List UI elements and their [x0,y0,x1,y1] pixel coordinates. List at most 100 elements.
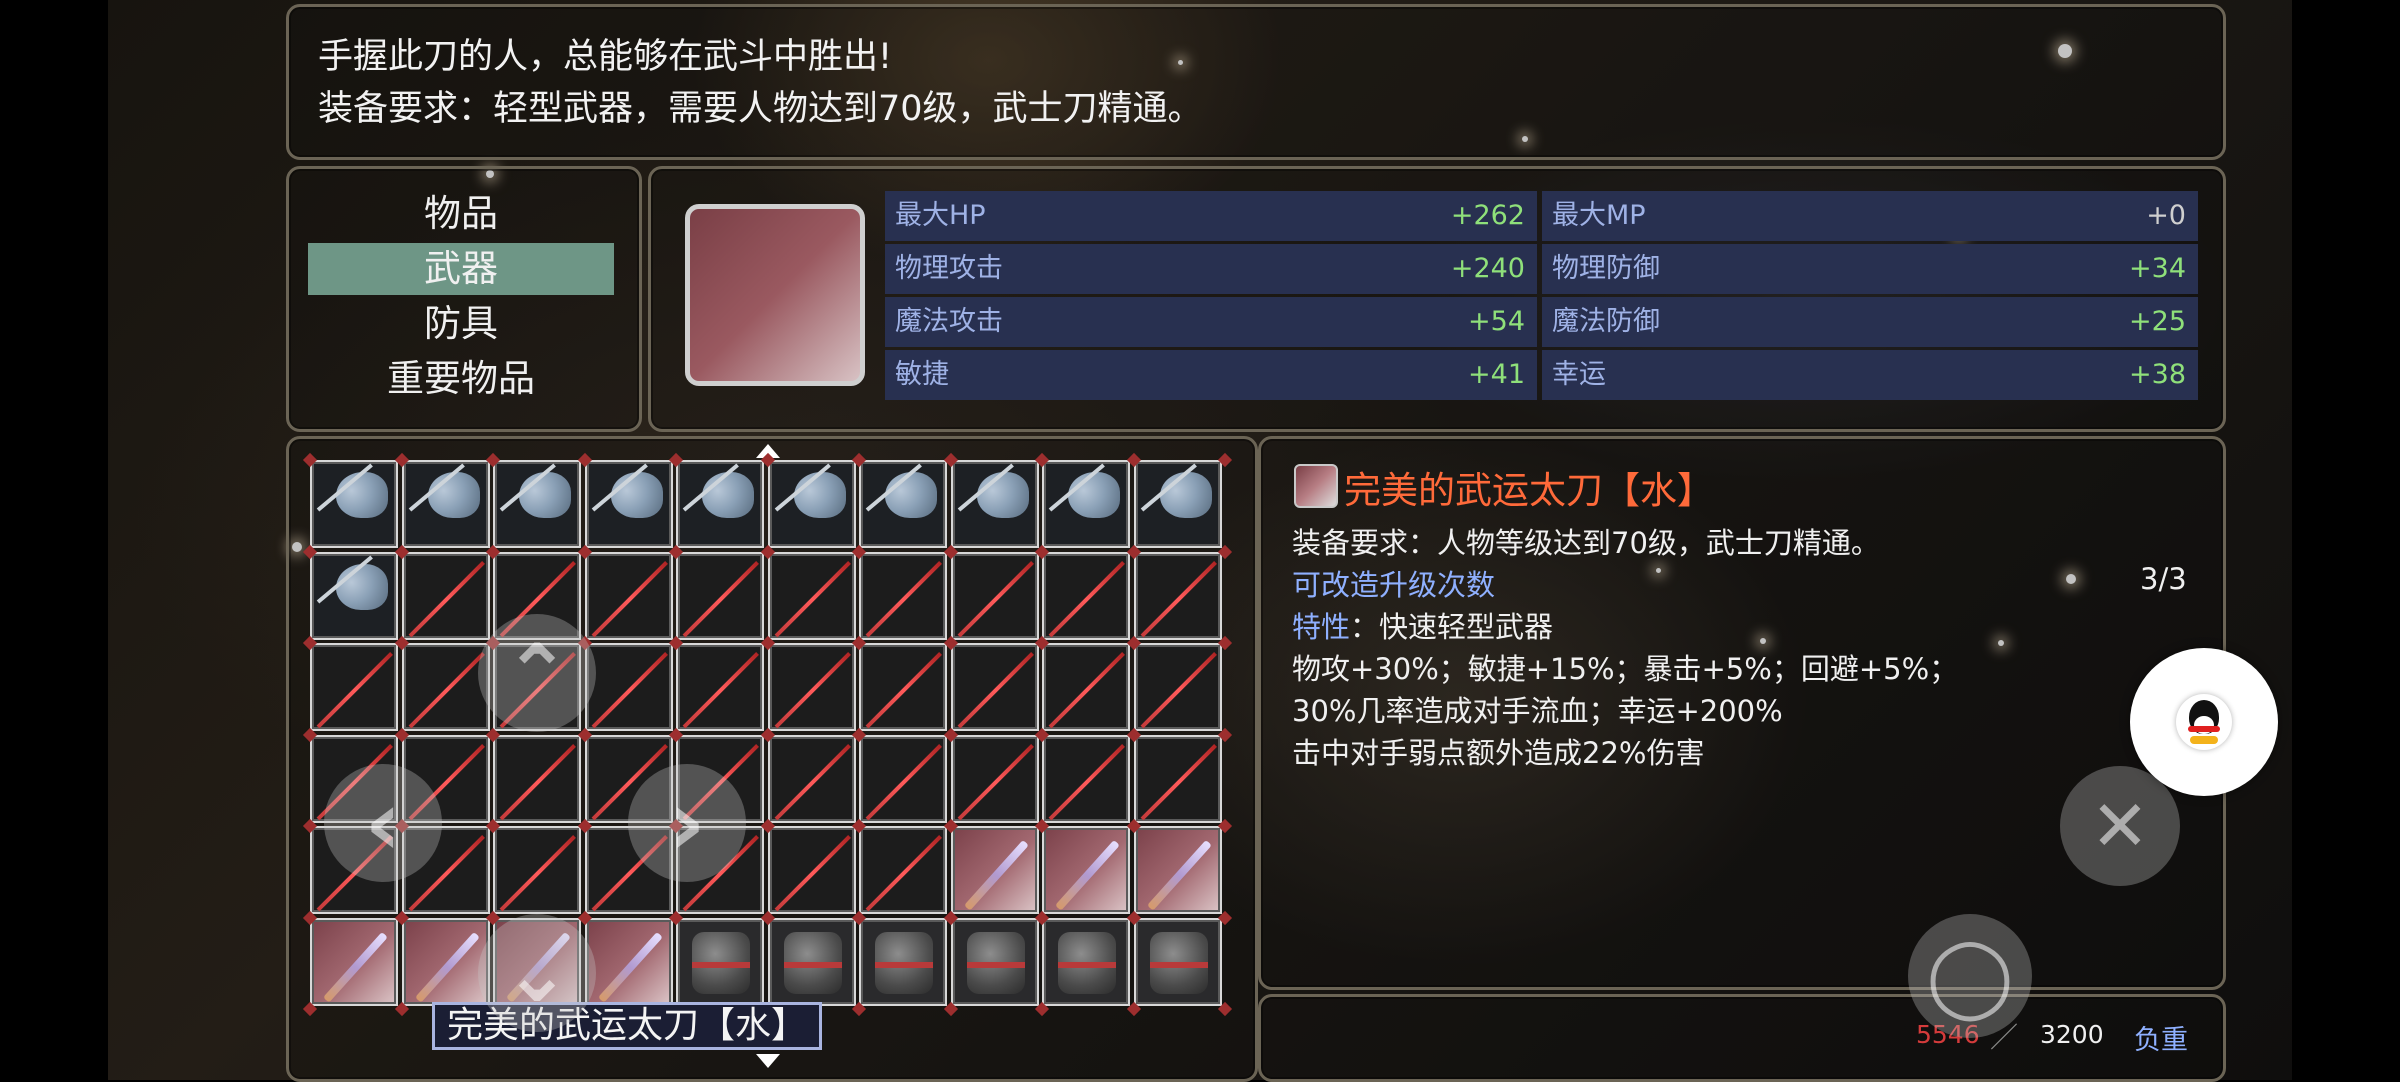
inventory-slot-axe[interactable] [402,460,490,548]
confirm-button[interactable]: ◯ [1908,914,2032,1038]
inventory-slot-axe[interactable] [1042,460,1130,548]
stat-label: 最大HP [895,200,986,231]
inventory-slot-katana[interactable] [1042,826,1130,914]
inventory-slot-sword[interactable] [951,735,1039,823]
stat-label: 敏捷 [895,359,949,390]
stat-label: 物理攻击 [895,253,1003,284]
weight-label: 负重 [2134,1025,2188,1056]
stat-magic-defense: 魔法防御 +25 [1542,297,2198,347]
inventory-slot-armor[interactable] [1042,918,1130,1006]
stat-label: 最大MP [1552,200,1646,231]
inventory-slot-sword[interactable] [493,826,581,914]
inventory-slot-sword[interactable] [859,643,947,731]
inventory-slot-sword[interactable] [1042,735,1130,823]
inventory-slot-sword[interactable] [768,826,856,914]
inventory-slot-sword[interactable] [585,643,673,731]
inventory-slot-sword[interactable] [951,643,1039,731]
inventory-slot-sword[interactable] [1134,735,1222,823]
inventory-slot-sword[interactable] [402,643,490,731]
description-line-1: 手握此刀的人，总能够在武斗中胜出! [318,37,893,77]
dpad-right-button[interactable]: › [628,764,746,882]
inventory-slot-sword[interactable] [768,552,856,640]
inventory-slot-sword[interactable] [493,735,581,823]
upgrade-count: 3/3 [2140,562,2187,596]
dpad-up-button[interactable]: ⌃ [478,614,596,732]
dpad-down-button[interactable]: ⌄ [478,914,596,1032]
stat-value: +240 [1450,253,1525,284]
inventory-slot-sword[interactable] [1042,643,1130,731]
stat-magic-attack: 魔法攻击 +54 [885,297,1537,347]
item-title: 完美的武运太刀【水】 [1344,469,1714,512]
katana-icon [685,204,865,386]
inventory-slot-sword[interactable] [951,552,1039,640]
stat-agility: 敏捷 +41 [885,350,1537,400]
category-items[interactable]: 物品 [308,188,614,240]
inventory-slot-sword[interactable] [1134,643,1222,731]
inventory-slot-sword[interactable] [402,552,490,640]
inventory-slot-axe[interactable] [585,460,673,548]
qq-penguin-icon [2176,694,2232,750]
inventory-slot-sword[interactable] [676,643,764,731]
inventory-slot-axe[interactable] [310,460,398,548]
inventory-slot-axe[interactable] [859,460,947,548]
stat-label: 魔法攻击 [895,306,1003,337]
stat-luck: 幸运 +38 [1542,350,2198,400]
upgrade-label: 可改造升级次数 [1292,568,1496,602]
stat-physical-attack: 物理攻击 +240 [885,244,1537,294]
inventory-slot-axe[interactable] [493,460,581,548]
katana-icon [1294,464,1338,508]
inventory-slot-sword[interactable] [768,643,856,731]
stat-value: +34 [2129,253,2186,284]
inventory-slot-armor[interactable] [951,918,1039,1006]
inventory-slot-armor[interactable] [1134,918,1222,1006]
item-effects-3: 击中对手弱点额外造成22%伤害 [1292,736,1705,770]
stat-value: +54 [1468,306,1525,337]
inventory-slot-axe[interactable] [768,460,856,548]
inventory-slot-axe[interactable] [1134,460,1222,548]
item-trait: 特性：快速轻型武器 [1292,604,1553,646]
inventory-slot-katana[interactable] [402,918,490,1006]
trait-separator: ： [1350,610,1380,644]
stat-max-hp: 最大HP +262 [885,191,1537,241]
category-weapons[interactable]: 武器 [308,243,614,295]
item-effects-1: 物攻+30%；敏捷+15%；暴击+5%；回避+5%； [1292,652,1959,686]
inventory-slot-sword[interactable] [1042,552,1130,640]
inventory-slot-sword[interactable] [768,735,856,823]
stat-value: +41 [1468,359,1525,390]
stat-value: +262 [1450,200,1525,231]
dpad-left-button[interactable]: ‹ [324,764,442,882]
inventory-slot-axe[interactable] [310,552,398,640]
inventory-slot-sword[interactable] [1134,552,1222,640]
scroll-down-icon[interactable] [756,1054,780,1068]
inventory-slot-sword[interactable] [859,826,947,914]
stat-value: +0 [2146,200,2186,231]
inventory-slot-sword[interactable] [310,643,398,731]
inventory-slot-katana[interactable] [951,826,1039,914]
stat-physical-defense: 物理防御 +34 [1542,244,2198,294]
inventory-slot-sword[interactable] [859,735,947,823]
inventory-slot-sword[interactable] [585,552,673,640]
inventory-slot-axe[interactable] [676,460,764,548]
description-line-2: 装备要求：轻型武器，需要人物达到70级，武士刀精通。 [318,89,1203,129]
inventory-slot-katana[interactable] [585,918,673,1006]
item-requirement: 装备要求：人物等级达到70级，武士刀精通。 [1292,526,1880,560]
inventory-grid [302,452,1233,1017]
inventory-slot-armor[interactable] [768,918,856,1006]
stat-value: +25 [2129,306,2186,337]
inventory-slot-sword[interactable] [859,552,947,640]
category-armor[interactable]: 防具 [308,298,614,350]
item-effects-2: 30%几率造成对手流血；幸运+200% [1292,694,1783,728]
category-key-items[interactable]: 重要物品 [308,353,614,405]
inventory-slot-katana[interactable] [310,918,398,1006]
inventory-slot-armor[interactable] [676,918,764,1006]
close-button[interactable]: ✕ [2060,766,2180,886]
weight-max: 3200 [2040,1020,2104,1049]
inventory-slot-katana[interactable] [1134,826,1222,914]
stat-label: 物理防御 [1552,253,1660,284]
stat-value: +38 [2129,359,2186,390]
inventory-slot-armor[interactable] [859,918,947,1006]
trait-label: 特性 [1292,610,1351,644]
inventory-slot-axe[interactable] [951,460,1039,548]
stat-label: 幸运 [1552,359,1606,390]
inventory-slot-sword[interactable] [676,552,764,640]
